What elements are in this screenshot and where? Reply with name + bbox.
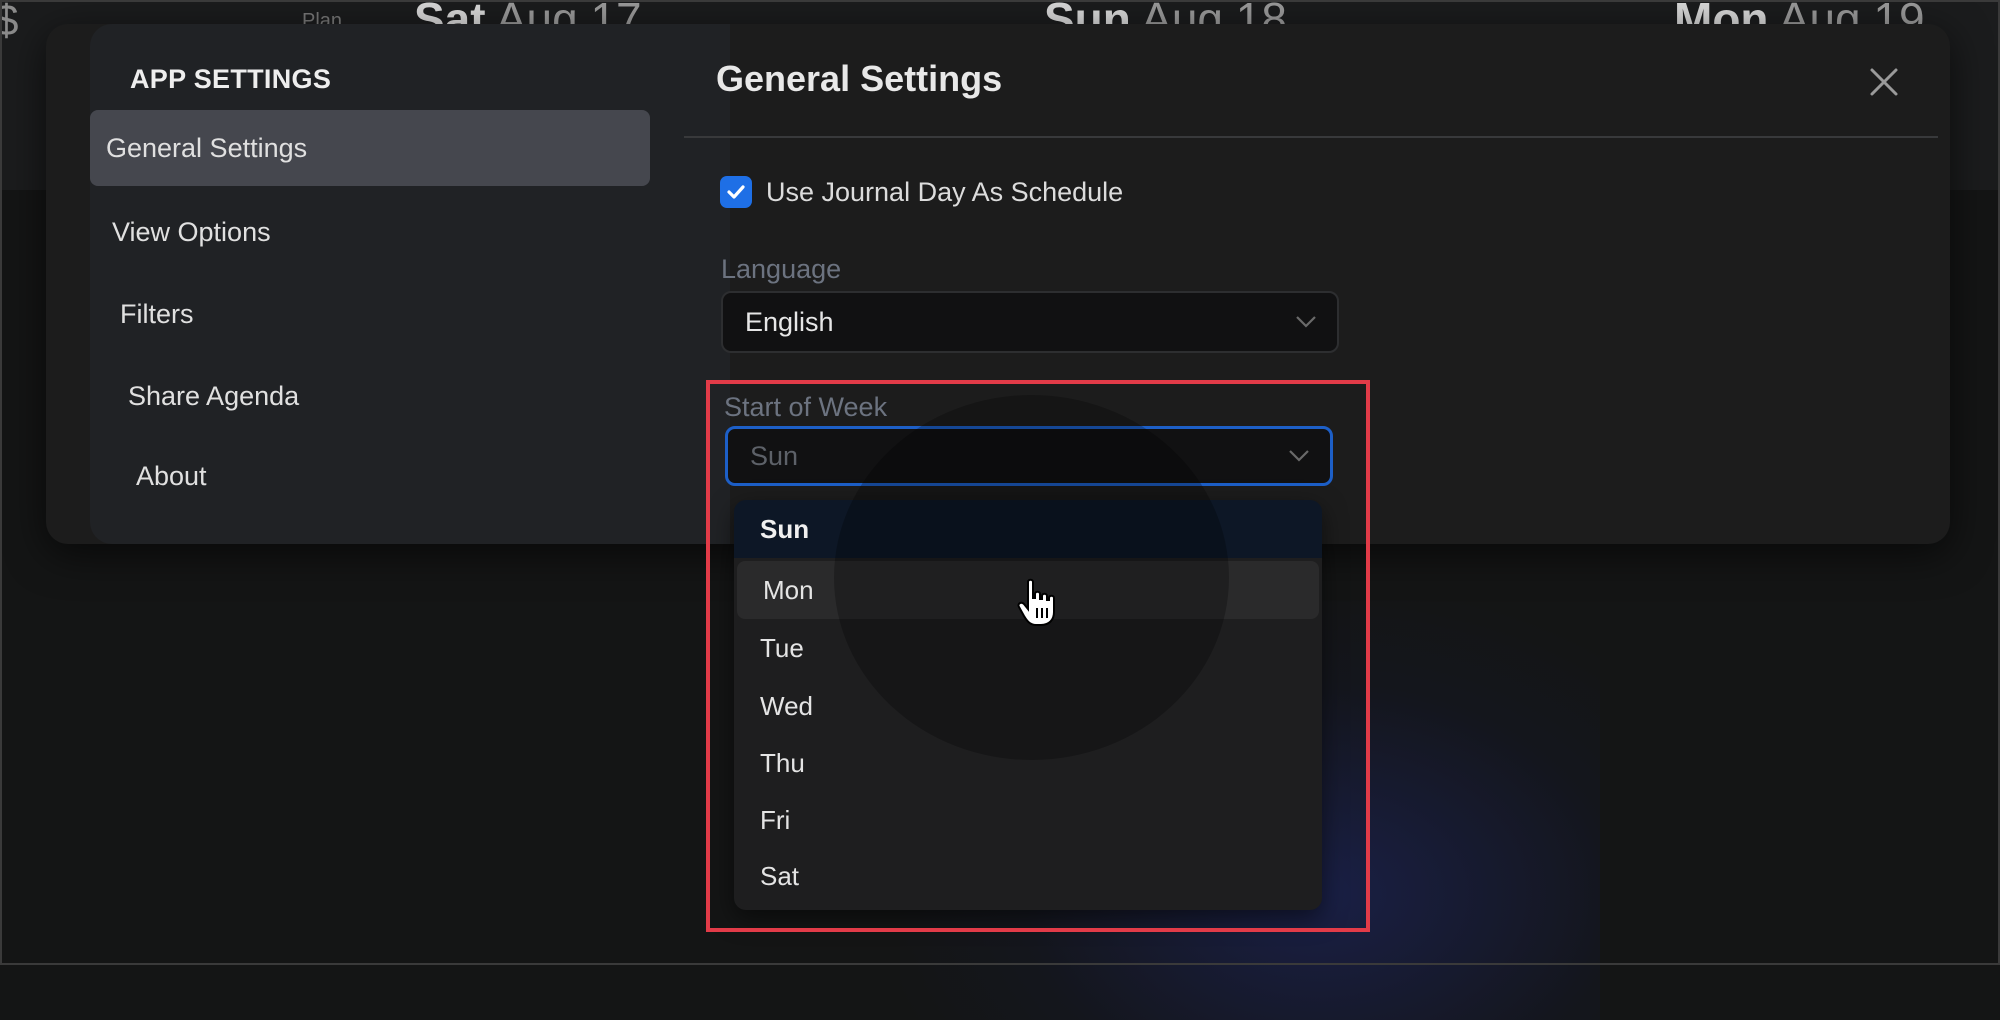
dropdown-option-wed[interactable]: Wed bbox=[734, 677, 1322, 735]
dropdown-option-tue[interactable]: Tue bbox=[734, 619, 1322, 677]
journal-day-checkbox-row[interactable]: Use Journal Day As Schedule bbox=[720, 176, 1123, 208]
dropdown-option-mon[interactable]: Mon bbox=[737, 561, 1319, 619]
dropdown-option-fri[interactable]: Fri bbox=[734, 791, 1322, 849]
sidebar-title: APP SETTINGS bbox=[130, 64, 332, 94]
sidebar-item-filters[interactable]: Filters bbox=[120, 276, 194, 352]
sidebar-item-share-agenda[interactable]: Share Agenda bbox=[128, 358, 299, 434]
sidebar-item-general-settings[interactable]: General Settings bbox=[90, 110, 650, 186]
journal-day-label: Use Journal Day As Schedule bbox=[766, 176, 1124, 207]
sidebar-item-about[interactable]: About bbox=[136, 438, 207, 514]
language-label: Language bbox=[721, 254, 842, 284]
close-button[interactable] bbox=[1864, 62, 1904, 102]
journal-day-checkbox[interactable] bbox=[720, 176, 752, 208]
language-select[interactable]: English bbox=[721, 291, 1339, 353]
language-value: English bbox=[745, 306, 834, 337]
start-of-week-select[interactable]: Sun bbox=[725, 426, 1333, 486]
close-icon bbox=[1870, 68, 1898, 96]
start-of-week-value: Sun bbox=[750, 440, 799, 471]
dropdown-option-sat[interactable]: Sat bbox=[734, 847, 1322, 905]
sidebar-item-view-options[interactable]: View Options bbox=[112, 194, 271, 270]
page-title: General Settings bbox=[716, 58, 1003, 99]
settings-sidebar: APP SETTINGS General Settings View Optio… bbox=[90, 24, 730, 544]
dropdown-option-thu[interactable]: Thu bbox=[734, 734, 1322, 792]
start-of-week-label: Start of Week bbox=[724, 392, 888, 422]
background-glyph: $ bbox=[0, 0, 19, 45]
start-of-week-dropdown: Sun Mon Tue Wed Thu Fri Sat bbox=[734, 500, 1322, 910]
chevron-down-icon bbox=[1289, 450, 1309, 462]
checkmark-icon bbox=[727, 185, 745, 199]
header-divider bbox=[684, 136, 1938, 138]
chevron-down-icon bbox=[1296, 316, 1316, 328]
dropdown-option-sun[interactable]: Sun bbox=[734, 500, 1322, 558]
